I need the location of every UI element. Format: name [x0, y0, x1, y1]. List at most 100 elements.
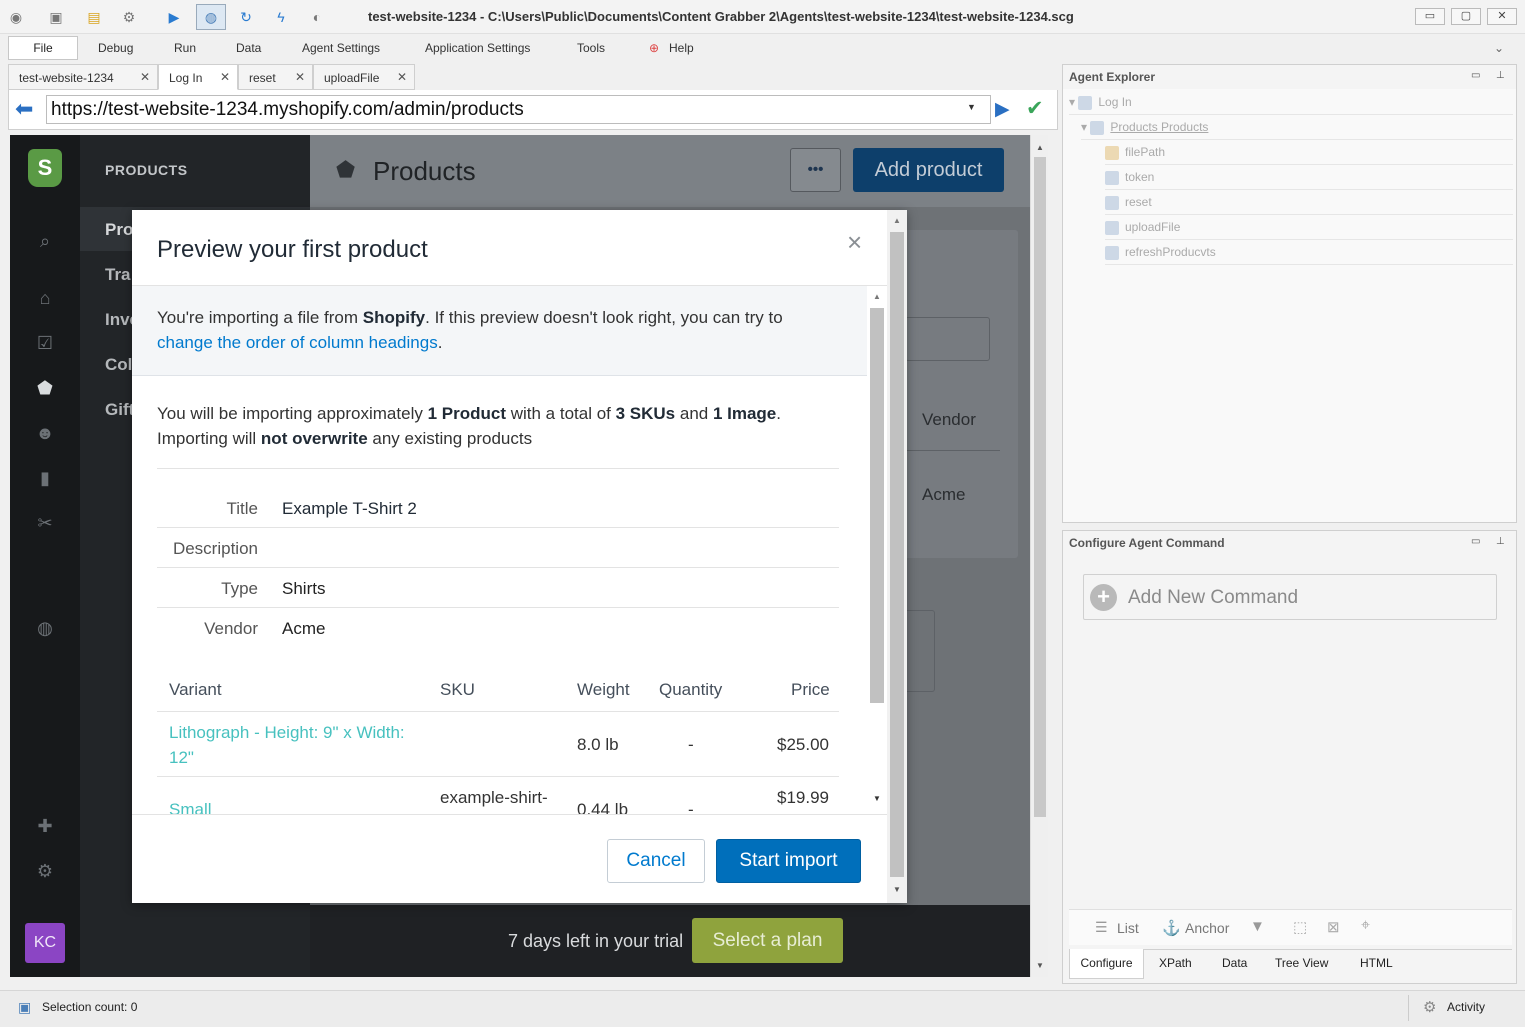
- tab-data[interactable]: Data: [1222, 956, 1247, 970]
- maximize-button[interactable]: ▢: [1451, 8, 1481, 25]
- scroll-thumb[interactable]: [870, 308, 884, 703]
- url-input[interactable]: [46, 95, 991, 124]
- tree-item-token[interactable]: token: [1105, 165, 1513, 190]
- change-column-order-link[interactable]: change the order of column headings: [157, 333, 438, 352]
- products-tag-icon[interactable]: ⬟: [34, 377, 56, 399]
- target-icon[interactable]: ⌖: [1361, 917, 1370, 935]
- close-tab-icon[interactable]: ✕: [397, 70, 407, 84]
- scroll-down-icon[interactable]: ▼: [893, 885, 901, 894]
- float-panel-icon[interactable]: ▭: [1471, 536, 1480, 547]
- tree-item-refresh[interactable]: refreshProducvts: [1105, 240, 1513, 265]
- back-arrow-icon[interactable]: ⬅: [15, 96, 33, 122]
- search-icon[interactable]: ⌕: [34, 230, 56, 252]
- customers-icon[interactable]: ☻: [34, 422, 56, 444]
- sidebar-item-transfers[interactable]: Tra: [105, 265, 131, 285]
- sidebar-item-products[interactable]: Pro: [105, 220, 133, 240]
- add-new-command-button[interactable]: + Add New Command: [1083, 574, 1497, 620]
- discounts-icon[interactable]: ✂: [34, 512, 56, 534]
- scroll-down-icon[interactable]: ▼: [1036, 961, 1044, 970]
- close-window-button[interactable]: ✕: [1487, 8, 1517, 25]
- menu-data[interactable]: Data: [236, 41, 261, 55]
- list-icon[interactable]: ☰: [1095, 919, 1108, 936]
- menu-file[interactable]: File: [8, 36, 78, 60]
- browser-globe-icon[interactable]: ◍: [196, 4, 226, 30]
- url-bar: ⬅ ▼ ▶ ✔: [8, 90, 1058, 130]
- tab-tree-view[interactable]: Tree View: [1275, 956, 1328, 970]
- activity-icon[interactable]: ⚙: [1423, 998, 1436, 1016]
- close-tab-icon[interactable]: ✕: [140, 70, 150, 84]
- contrast-icon[interactable]: ◐: [309, 9, 325, 25]
- sidebar-item-collections[interactable]: Col: [105, 355, 132, 375]
- analytics-icon[interactable]: ▮: [34, 467, 56, 489]
- minimize-button[interactable]: ▭: [1415, 8, 1445, 25]
- refresh-icon[interactable]: ↻: [238, 9, 254, 25]
- online-store-globe-icon[interactable]: ◍: [34, 617, 56, 639]
- navigate-play-icon[interactable]: ▶: [995, 98, 1010, 121]
- filter-icon[interactable]: ▼: [1250, 918, 1265, 935]
- list-button[interactable]: List: [1117, 920, 1139, 936]
- tree-item-log-in[interactable]: ▾ Log In: [1069, 90, 1513, 115]
- menu-debug[interactable]: Debug: [98, 41, 133, 55]
- collapse-ribbon-icon[interactable]: ⌄: [1494, 41, 1504, 55]
- close-tab-icon[interactable]: ✕: [220, 70, 230, 84]
- tab-configure[interactable]: Configure: [1069, 949, 1144, 979]
- settings-gear-icon[interactable]: ⚙: [34, 860, 56, 882]
- select-plan-button[interactable]: Select a plan: [692, 918, 843, 963]
- anchor-icon[interactable]: ⚓: [1162, 919, 1181, 937]
- run-play-icon[interactable]: ▶: [166, 9, 182, 25]
- tree-item-reset[interactable]: reset: [1105, 190, 1513, 215]
- scroll-up-icon[interactable]: ▲: [1036, 143, 1044, 152]
- sidebar-item-gift-cards[interactable]: Gift: [105, 400, 134, 420]
- modal-outer-scrollbar[interactable]: ▲ ▼: [887, 210, 907, 903]
- menu-help[interactable]: Help: [669, 41, 694, 55]
- tree-item-products[interactable]: ▾ Products Products: [1081, 115, 1513, 140]
- menu-tools[interactable]: Tools: [577, 41, 605, 55]
- command-icon: [1105, 170, 1119, 185]
- tree-item-filepath[interactable]: filePath: [1105, 140, 1513, 165]
- home-icon[interactable]: ⌂: [34, 287, 56, 309]
- info-text-post: . If this preview doesn't look right, yo…: [425, 308, 783, 327]
- avatar[interactable]: KC: [25, 923, 65, 963]
- scroll-thumb[interactable]: [890, 232, 904, 877]
- start-import-button[interactable]: Start import: [716, 839, 861, 883]
- float-panel-icon[interactable]: ▭: [1471, 70, 1480, 81]
- menu-run[interactable]: Run: [174, 41, 196, 55]
- tab-html[interactable]: HTML: [1360, 956, 1393, 970]
- more-actions-button[interactable]: •••: [790, 148, 841, 192]
- deselect-icon[interactable]: ⊠: [1327, 918, 1340, 936]
- scroll-down-icon[interactable]: ▼: [873, 794, 881, 803]
- tab-log-in[interactable]: Log In ✕: [158, 64, 238, 90]
- menu-application-settings[interactable]: Application Settings: [425, 41, 530, 55]
- check-icon[interactable]: ✔: [1026, 96, 1044, 121]
- anchor-button[interactable]: Anchor: [1185, 920, 1229, 936]
- tab-upload-file[interactable]: uploadFile ✕: [313, 64, 415, 90]
- tab-reset[interactable]: reset ✕: [238, 64, 313, 90]
- tab-label: uploadFile: [324, 71, 380, 85]
- add-product-button[interactable]: Add product: [853, 148, 1004, 192]
- tree-label: filePath: [1125, 145, 1166, 159]
- browser-scrollbar[interactable]: ▲ ▼: [1030, 135, 1048, 977]
- close-tab-icon[interactable]: ✕: [295, 70, 305, 84]
- scroll-up-icon[interactable]: ▲: [873, 292, 881, 301]
- scroll-up-icon[interactable]: ▲: [893, 216, 901, 225]
- divider: [157, 607, 839, 608]
- select-region-icon[interactable]: ⬚: [1293, 918, 1307, 936]
- menu-agent-settings[interactable]: Agent Settings: [302, 41, 380, 55]
- close-modal-icon[interactable]: ×: [847, 227, 862, 258]
- pin-icon[interactable]: ⊥: [1496, 536, 1505, 547]
- settings-gear-icon[interactable]: ⚙: [121, 9, 137, 25]
- save-as-icon[interactable]: ▤: [86, 9, 102, 25]
- tree-item-uploadfile[interactable]: uploadFile: [1105, 215, 1513, 240]
- pin-icon[interactable]: ⊥: [1496, 70, 1505, 81]
- url-dropdown-icon[interactable]: ▼: [967, 102, 976, 112]
- tab-xpath[interactable]: XPath: [1159, 956, 1192, 970]
- activity-button[interactable]: Activity: [1447, 1000, 1485, 1014]
- modal-body-scrollbar[interactable]: ▲ ▼: [867, 286, 887, 814]
- save-icon[interactable]: ▣: [48, 9, 64, 25]
- apps-puzzle-icon[interactable]: ✚: [34, 815, 56, 837]
- orders-icon[interactable]: ☑: [34, 332, 56, 354]
- cancel-button[interactable]: Cancel: [607, 839, 705, 883]
- tab-test-website[interactable]: test-website-1234 ✕: [8, 64, 158, 90]
- lightning-icon[interactable]: ϟ: [273, 9, 289, 25]
- scroll-thumb[interactable]: [1034, 157, 1046, 817]
